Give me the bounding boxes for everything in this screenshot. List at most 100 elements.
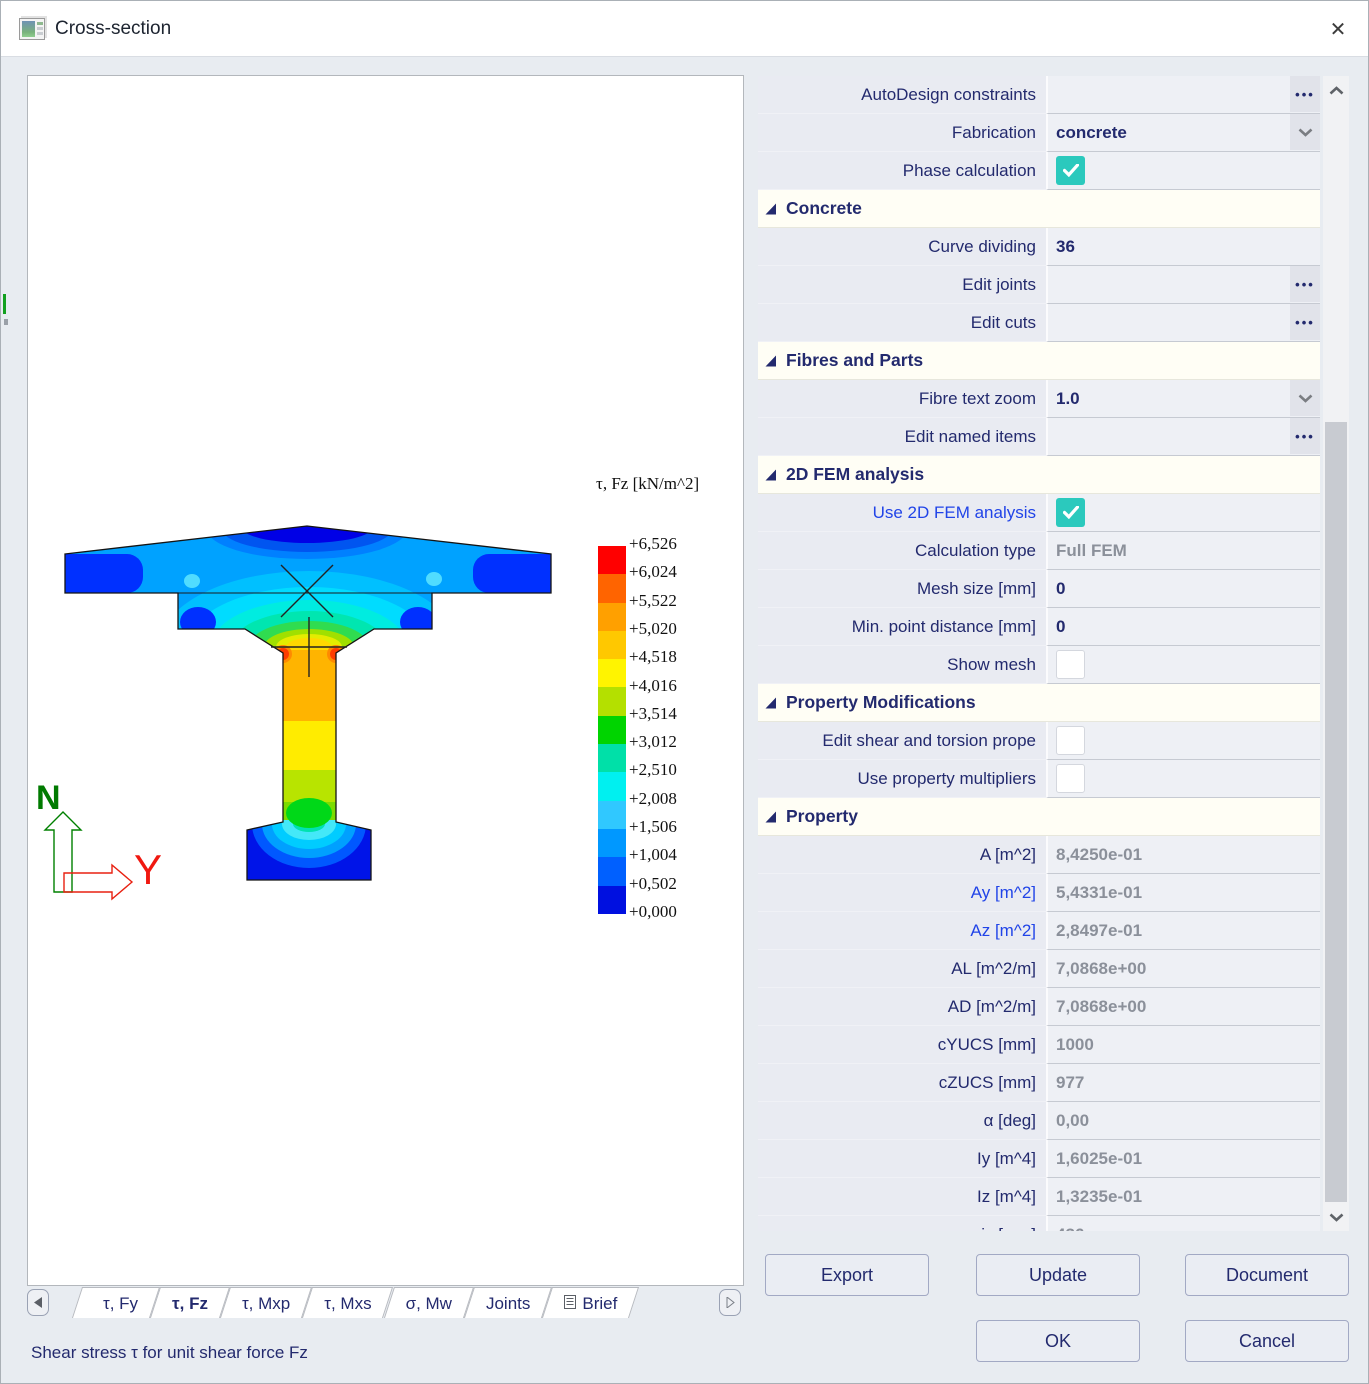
row-fabrication: Fabrication concrete [758,114,1320,152]
section-header-fibres-and-parts[interactable]: Fibres and Parts [758,342,1320,380]
row-edit-shear-torsion: Edit shear and torsion prope [758,722,1320,760]
legend-tick: +3,012 [629,732,677,752]
ellipsis-button[interactable]: ••• [1290,76,1320,112]
use-2d-fem-checkbox-checked[interactable] [1056,498,1085,527]
legend-title: τ, Fz [kN/m^2] [596,474,736,494]
section-header-2d-fem-analysis[interactable]: 2D FEM analysis [758,456,1320,494]
legend-swatch [598,659,626,687]
row-show-mesh: Show mesh [758,646,1320,684]
row-edit-joints: Edit joints ••• [758,266,1320,304]
axis-y-label: Y [134,846,162,893]
section-header-concrete[interactable]: Concrete [758,190,1320,228]
axis-n-arrow-icon [45,812,81,892]
use-property-multipliers-checkbox-unchecked[interactable] [1056,764,1085,793]
row-use-property-multipliers: Use property multipliers [758,760,1320,798]
axis-y-arrow-icon [64,865,132,899]
row-cyucs: cYUCS [mm] 1000 [758,1026,1320,1064]
tabs-scroll-left-button[interactable] [27,1289,49,1316]
legend-swatch [598,744,626,772]
scroll-up-icon[interactable] [1323,78,1349,102]
ellipsis-button[interactable]: ••• [1290,266,1320,302]
fabrication-select[interactable]: concrete [1046,114,1320,152]
tab-tau-mxs[interactable]: τ, Mxs [307,1287,388,1318]
legend-tick: +4,016 [629,676,677,696]
legend-swatch [598,772,626,800]
property-grid-scrollbar[interactable] [1323,76,1349,1231]
legend-tick: +6,024 [629,562,677,582]
tab-sigma-mw[interactable]: σ, Mw [389,1287,469,1318]
show-mesh-checkbox-unchecked[interactable] [1056,650,1085,679]
legend-color-scale [598,546,626,914]
section-header-property[interactable]: Property [758,798,1320,836]
row-edit-named-items: Edit named items ••• [758,418,1320,456]
legend-tick: +2,008 [629,789,677,809]
tab-tau-mxp[interactable]: τ, Mxp [225,1287,307,1318]
tabs-scroll-right-button[interactable] [719,1289,741,1316]
export-button[interactable]: Export [765,1254,929,1296]
title-bar: Cross-section ✕ [1,1,1368,57]
collapse-triangle-icon [765,697,777,709]
collapse-triangle-icon [765,203,777,215]
legend-swatch [598,716,626,744]
legend-swatch [598,857,626,885]
scroll-down-icon[interactable] [1323,1205,1349,1229]
screen-edge-artifact [3,294,6,314]
row-area-a: A [m^2] 8,4250e-01 [758,836,1320,874]
scrollbar-thumb[interactable] [1325,422,1347,1202]
ok-button[interactable]: OK [976,1320,1140,1362]
tab-tau-fz[interactable]: τ, Fz [155,1287,225,1318]
row-curve-dividing: Curve dividing 36 [758,228,1320,266]
legend-swatch [598,829,626,857]
legend-swatch [598,574,626,602]
dialog-title: Cross-section [55,18,171,40]
chevron-down-icon[interactable] [1290,380,1320,416]
collapse-triangle-icon [765,469,777,481]
phase-calculation-checkbox-checked[interactable] [1056,156,1085,185]
stress-legend: τ, Fz [kN/m^2] +6,526 [596,474,736,502]
row-edit-cuts: Edit cuts ••• [758,304,1320,342]
legend-tick: +2,510 [629,760,677,780]
row-use-2d-fem-analysis: Use 2D FEM analysis [758,494,1320,532]
row-mesh-size: Mesh size [mm] 0 [758,570,1320,608]
update-button[interactable]: Update [976,1254,1140,1296]
row-alpha: α [deg] 0,00 [758,1102,1320,1140]
row-area-ay: Ay [m^2] 5,4331e-01 [758,874,1320,912]
tab-brief[interactable]: Brief [547,1287,634,1318]
legend-tick: +6,526 [629,534,677,554]
fibre-text-zoom-select[interactable]: 1.0 [1046,380,1320,418]
edit-shear-torsion-checkbox-unchecked[interactable] [1056,726,1085,755]
ellipsis-button[interactable]: ••• [1290,304,1320,340]
result-tabstrip: τ, Fy τ, Fz τ, Mxp τ, Mxs σ, Mw Joints B… [27,1287,744,1318]
legend-tick: +0,502 [629,874,677,894]
axis-n-label: N [36,779,61,817]
row-iy-moment: Iy [m^4] 1,6025e-01 [758,1140,1320,1178]
row-autodesign-constraints: AutoDesign constraints ••• [758,76,1320,114]
left-triangle-icon [34,1297,43,1308]
axis-indicator: N Y [36,779,162,899]
document-button[interactable]: Document [1185,1254,1349,1296]
curve-dividing-field[interactable]: 36 [1046,228,1320,266]
section-header-property-modifications[interactable]: Property Modifications [758,684,1320,722]
cross-section-viewport[interactable]: N Y τ, Fz [kN/m^2] [27,75,744,1286]
row-fibre-text-zoom: Fibre text zoom 1.0 [758,380,1320,418]
legend-swatch [598,687,626,715]
row-iz-moment: Iz [m^4] 1,3235e-01 [758,1178,1320,1216]
row-phase-calculation: Phase calculation [758,152,1320,190]
legend-swatch [598,546,626,574]
tab-joints[interactable]: Joints [469,1287,547,1318]
cancel-button[interactable]: Cancel [1185,1320,1349,1362]
document-icon [564,1291,576,1317]
legend-tick: +0,000 [629,902,677,922]
chevron-down-icon[interactable] [1290,114,1320,150]
tab-tau-fy[interactable]: τ, Fy [77,1287,155,1318]
close-icon[interactable]: ✕ [1322,13,1354,45]
mesh-size-field[interactable]: 0 [1046,570,1320,608]
min-point-distance-field[interactable]: 0 [1046,608,1320,646]
row-al: AL [m^2/m] 7,0868e+00 [758,950,1320,988]
cross-section-app-icon [19,18,45,40]
legend-swatch [598,886,626,914]
cross-section-dialog: Cross-section ✕ [0,0,1369,1384]
ellipsis-button[interactable]: ••• [1290,418,1320,454]
screen-edge-dot [4,319,8,325]
row-min-point-distance: Min. point distance [mm] 0 [758,608,1320,646]
